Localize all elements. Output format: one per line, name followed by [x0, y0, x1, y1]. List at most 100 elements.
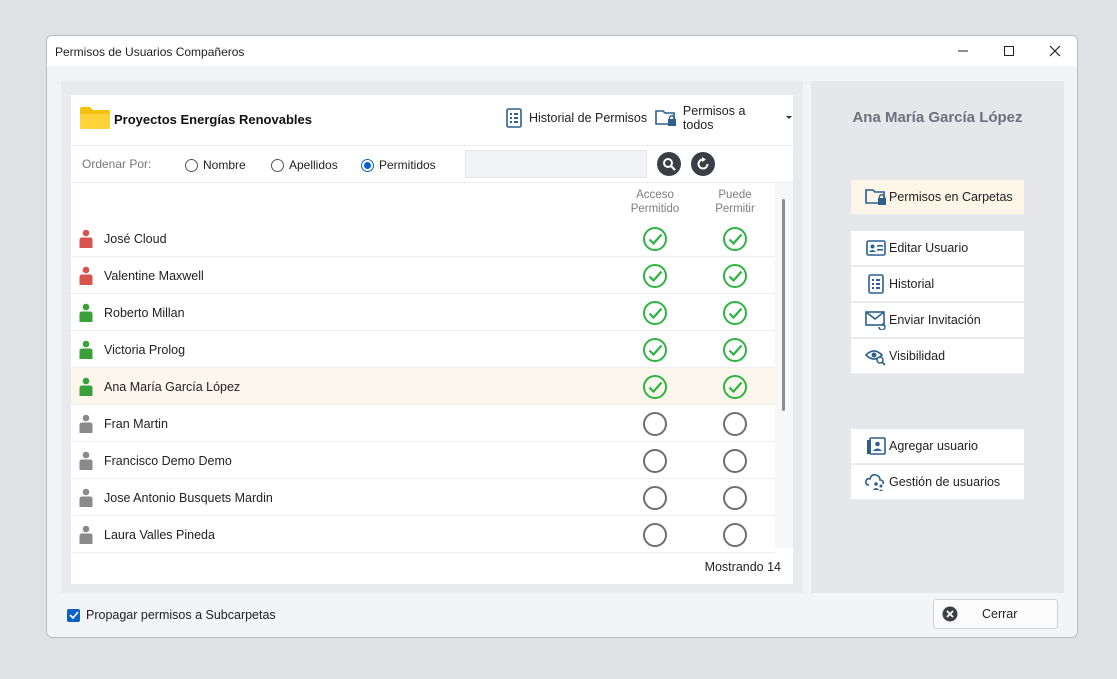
user-icon	[79, 303, 93, 323]
checkbox-checked-icon	[67, 608, 80, 622]
cannot-permit-circle-icon[interactable]	[722, 448, 748, 474]
can-permit-check-icon[interactable]	[722, 263, 748, 289]
access-granted-check-icon[interactable]	[642, 374, 668, 400]
radio-selected-icon	[361, 158, 374, 172]
permissions-to-all-label: Permisos a todos	[682, 104, 746, 132]
add-user-icon	[867, 437, 886, 455]
user-row[interactable]: Francisco Demo Demo	[71, 442, 775, 479]
user-icon	[79, 451, 93, 471]
title-bar: Permisos de Usuarios Compañeros	[47, 36, 1077, 66]
list-scrollbar-thumb[interactable]	[782, 199, 785, 411]
column-header-can-permit: Puede Permitir	[705, 188, 765, 216]
user-management-label: Gestión de usuarios	[889, 475, 1001, 489]
user-icon	[79, 377, 93, 397]
can-permit-check-icon[interactable]	[722, 337, 748, 363]
user-row[interactable]: Jose Antonio Busquets Mardin	[71, 479, 775, 516]
sort-bar: Ordenar Por: Nombre Apellidos Permitidos	[71, 145, 793, 183]
send-invitation-label: Enviar Invitación	[889, 313, 981, 327]
user-icon	[79, 414, 93, 434]
user-name: Laura Valles Pineda	[104, 528, 215, 542]
user-name: Victoria Prolog	[104, 343, 186, 357]
can-permit-check-icon[interactable]	[722, 300, 748, 326]
permissions-dialog: Permisos de Usuarios Compañeros Proyecto…	[46, 35, 1078, 638]
user-row[interactable]: Roberto Millan	[71, 294, 775, 331]
column-header-access-line2: Permitido	[630, 203, 680, 215]
user-icon	[79, 340, 93, 360]
propagate-checkbox[interactable]: Propagar permisos a Subcarpetas	[67, 608, 276, 622]
user-icon	[79, 266, 93, 286]
visibility-button[interactable]: Visibilidad	[851, 339, 1024, 374]
user-row[interactable]: Laura Valles Pineda	[71, 516, 775, 553]
close-button-label: Cerrar	[982, 607, 1018, 621]
users-card: Proyectos Energías Renovables Historial …	[71, 95, 793, 584]
chevron-down-icon	[786, 116, 793, 119]
column-header-access-line1: Acceso	[636, 189, 674, 201]
users-panel: Proyectos Energías Renovables Historial …	[61, 81, 803, 593]
eye-search-icon	[865, 350, 886, 366]
access-denied-circle-icon[interactable]	[642, 522, 668, 548]
cannot-permit-circle-icon[interactable]	[722, 411, 748, 437]
sort-radio-surname-label: Apellidos	[289, 158, 338, 172]
search-input[interactable]	[465, 150, 647, 178]
access-denied-circle-icon[interactable]	[642, 485, 668, 511]
send-invitation-button[interactable]: Enviar Invitación	[851, 303, 1024, 338]
user-name: José Cloud	[104, 232, 167, 246]
user-row[interactable]: Valentine Maxwell	[71, 257, 775, 294]
access-granted-check-icon[interactable]	[642, 337, 668, 363]
search-button[interactable]	[657, 152, 681, 176]
close-window-button[interactable]	[1033, 36, 1077, 66]
maximize-button[interactable]	[987, 36, 1031, 66]
refresh-button[interactable]	[691, 152, 715, 176]
history-list-icon	[868, 274, 884, 294]
id-card-icon	[866, 240, 886, 256]
user-name: Francisco Demo Demo	[104, 454, 232, 468]
close-circle-icon	[942, 606, 958, 622]
user-row[interactable]: Fran Martin	[71, 405, 775, 442]
sort-radio-name-label: Nombre	[203, 158, 246, 172]
access-granted-check-icon[interactable]	[642, 226, 668, 252]
column-header-can-line2: Permitir	[715, 203, 755, 215]
results-count: Mostrando 14	[704, 560, 781, 574]
edit-user-label: Editar Usuario	[889, 241, 969, 255]
can-permit-check-icon[interactable]	[722, 226, 748, 252]
propagate-label: Propagar permisos a Subcarpetas	[86, 608, 276, 622]
radio-icon	[185, 158, 198, 172]
refresh-icon	[697, 157, 709, 170]
access-denied-circle-icon[interactable]	[642, 448, 668, 474]
window-title: Permisos de Usuarios Compañeros	[55, 45, 245, 59]
user-row[interactable]: Victoria Prolog	[71, 331, 775, 368]
user-icon	[79, 525, 93, 545]
access-denied-circle-icon[interactable]	[642, 411, 668, 437]
cannot-permit-circle-icon[interactable]	[722, 485, 748, 511]
user-management-button[interactable]: Gestión de usuarios	[851, 465, 1024, 500]
folder-lock-icon	[865, 189, 886, 205]
user-name: Roberto Millan	[104, 306, 185, 320]
access-granted-check-icon[interactable]	[642, 263, 668, 289]
sort-radio-allowed[interactable]: Permitidos	[361, 158, 436, 172]
minimize-button[interactable]	[941, 36, 985, 66]
sort-radio-surname[interactable]: Apellidos	[271, 158, 338, 172]
folder-name: Proyectos Energías Renovables	[114, 112, 312, 127]
history-permissions-button[interactable]: Historial de Permisos	[505, 107, 647, 129]
close-icon	[1049, 45, 1061, 57]
user-row[interactable]: Ana María García López	[71, 368, 775, 405]
history-permissions-label: Historial de Permisos	[529, 111, 648, 125]
folder-lock-icon	[655, 110, 676, 126]
user-actions-panel: Ana María García López Permisos en Carpe…	[811, 81, 1064, 593]
add-user-button[interactable]: Agregar usuario	[851, 429, 1024, 464]
cannot-permit-circle-icon[interactable]	[722, 522, 748, 548]
sort-radio-name[interactable]: Nombre	[185, 158, 246, 172]
radio-icon	[271, 158, 284, 172]
can-permit-check-icon[interactable]	[722, 374, 748, 400]
folder-permissions-button[interactable]: Permisos en Carpetas	[851, 180, 1024, 215]
access-granted-check-icon[interactable]	[642, 300, 668, 326]
history-button[interactable]: Historial	[851, 267, 1024, 302]
user-icon	[79, 229, 93, 249]
user-row[interactable]: José Cloud	[71, 220, 775, 257]
history-list-icon	[506, 108, 522, 128]
sort-label: Ordenar Por:	[82, 157, 152, 171]
edit-user-button[interactable]: Editar Usuario	[851, 231, 1024, 266]
close-button[interactable]: Cerrar	[933, 599, 1058, 629]
user-name: Jose Antonio Busquets Mardin	[104, 491, 273, 505]
permissions-to-all-dropdown[interactable]: Permisos a todos	[655, 104, 793, 132]
